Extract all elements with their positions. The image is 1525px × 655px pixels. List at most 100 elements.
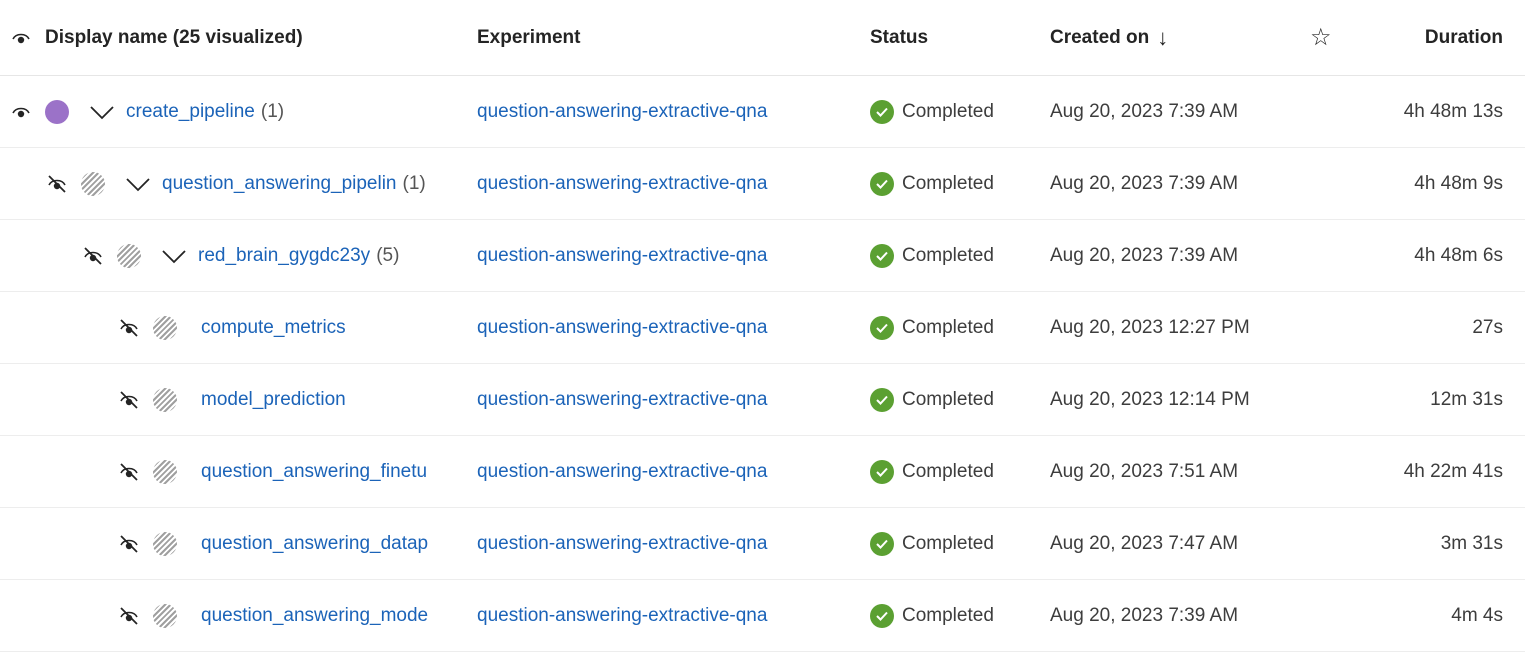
checkmark-circle-icon <box>870 387 894 412</box>
eye-off-icon[interactable] <box>46 148 68 219</box>
status-text: Completed <box>902 460 994 482</box>
hatched-dot-icon[interactable] <box>153 292 177 363</box>
run-name-cell: question_answering_pipelin (1) <box>162 148 426 219</box>
run-name-cell: red_brain_gygdc23y (5) <box>198 220 399 291</box>
created-on-cell: Aug 20, 2023 7:39 AM <box>1050 148 1238 219</box>
column-header-status-label: Status <box>870 26 929 48</box>
hatched-dot-icon[interactable] <box>153 364 177 435</box>
child-count: (5) <box>376 244 400 266</box>
experiment-cell: question-answering-extractive-qna <box>477 76 767 147</box>
hatched-dot-icon[interactable] <box>117 220 141 291</box>
run-name-link[interactable]: red_brain_gygdc23y <box>198 245 370 267</box>
status-cell: Completed <box>870 580 994 651</box>
column-header-favorite[interactable]: ☆ <box>1310 0 1332 75</box>
eye-off-icon[interactable] <box>118 508 140 579</box>
created-on-text: Aug 20, 2023 12:27 PM <box>1050 316 1250 338</box>
status-cell: Completed <box>870 508 994 579</box>
status-text: Completed <box>902 388 994 410</box>
checkmark-circle-icon <box>870 99 894 124</box>
table-row[interactable]: create_pipeline (1) question-answering-e… <box>0 76 1525 148</box>
eye-icon[interactable] <box>11 0 31 75</box>
table-row[interactable]: question_answering_mode question-answeri… <box>0 580 1525 652</box>
status-text: Completed <box>902 100 994 122</box>
created-on-cell: Aug 20, 2023 7:39 AM <box>1050 76 1238 147</box>
hatched-dot-icon[interactable] <box>153 580 177 651</box>
status-cell: Completed <box>870 436 994 507</box>
status-text: Completed <box>902 316 994 338</box>
child-count: (1) <box>260 100 285 122</box>
experiment-link[interactable]: question-answering-extractive-qna <box>477 101 767 123</box>
checkmark-circle-icon <box>870 315 894 340</box>
color-dot-icon[interactable] <box>45 76 69 147</box>
run-name-link[interactable]: question_answering_finetu <box>201 461 427 483</box>
table-row[interactable]: question_answering_datap question-answer… <box>0 508 1525 580</box>
created-on-text: Aug 20, 2023 7:39 AM <box>1050 244 1239 266</box>
experiment-cell: question-answering-extractive-qna <box>477 220 767 291</box>
run-name-link[interactable]: model_prediction <box>201 389 346 411</box>
chevron-down-icon[interactable] <box>125 148 151 219</box>
duration-cell: 4h 48m 9s <box>1414 148 1503 219</box>
experiment-link[interactable]: question-answering-extractive-qna <box>477 389 767 411</box>
duration-cell: 4m 4s <box>1451 580 1503 651</box>
experiment-link[interactable]: question-answering-extractive-qna <box>477 245 767 267</box>
experiment-cell: question-answering-extractive-qna <box>477 364 767 435</box>
column-header-experiment-label: Experiment <box>477 26 581 48</box>
duration-text: 4h 48m 9s <box>1414 172 1503 194</box>
column-header-display-name[interactable]: Display name (25 visualized) <box>45 0 303 75</box>
experiment-link[interactable]: question-answering-extractive-qna <box>477 533 767 555</box>
created-on-cell: Aug 20, 2023 7:47 AM <box>1050 508 1238 579</box>
created-on-text: Aug 20, 2023 7:39 AM <box>1050 100 1239 122</box>
status-text: Completed <box>902 172 994 194</box>
status-cell: Completed <box>870 148 994 219</box>
table-row[interactable]: compute_metrics question-answering-extra… <box>0 292 1525 364</box>
eye-off-icon[interactable] <box>118 436 140 507</box>
eye-off-icon[interactable] <box>118 292 140 363</box>
hatched-dot-icon[interactable] <box>153 508 177 579</box>
table-row[interactable]: red_brain_gygdc23y (5) question-answerin… <box>0 220 1525 292</box>
status-cell: Completed <box>870 76 994 147</box>
column-header-created-on-label: Created on <box>1050 26 1150 48</box>
experiment-link[interactable]: question-answering-extractive-qna <box>477 317 767 339</box>
column-header-experiment[interactable]: Experiment <box>477 0 580 75</box>
table-row[interactable]: question_answering_pipelin (1) question-… <box>0 148 1525 220</box>
chevron-down-icon[interactable] <box>161 220 187 291</box>
run-name-link[interactable]: question_answering_datap <box>201 533 428 555</box>
created-on-cell: Aug 20, 2023 12:27 PM <box>1050 292 1250 363</box>
run-name-link[interactable]: create_pipeline <box>126 101 255 123</box>
star-icon[interactable]: ☆ <box>1310 23 1332 52</box>
run-name-cell: create_pipeline (1) <box>126 76 284 147</box>
run-name-link[interactable]: question_answering_pipelin <box>162 173 397 195</box>
experiment-link[interactable]: question-answering-extractive-qna <box>477 461 767 483</box>
checkmark-circle-icon <box>870 603 894 628</box>
eye-off-icon[interactable] <box>118 364 140 435</box>
hatched-dot-icon[interactable] <box>153 436 177 507</box>
experiment-cell: question-answering-extractive-qna <box>477 580 767 651</box>
checkmark-circle-icon <box>870 531 894 556</box>
run-name-link[interactable]: compute_metrics <box>201 317 346 339</box>
table-row[interactable]: question_answering_finetu question-answe… <box>0 436 1525 508</box>
column-header-created-on[interactable]: Created on ↓ <box>1050 0 1168 75</box>
run-name-link[interactable]: question_answering_mode <box>201 605 428 627</box>
table-row[interactable]: model_prediction question-answering-extr… <box>0 364 1525 436</box>
created-on-text: Aug 20, 2023 12:14 PM <box>1050 388 1250 410</box>
experiment-link[interactable]: question-answering-extractive-qna <box>477 605 767 627</box>
sort-descending-icon[interactable]: ↓ <box>1157 25 1168 51</box>
duration-text: 4m 4s <box>1451 604 1503 626</box>
created-on-text: Aug 20, 2023 7:39 AM <box>1050 604 1239 626</box>
chevron-down-icon[interactable] <box>89 76 115 147</box>
eye-off-icon[interactable] <box>118 580 140 651</box>
checkmark-circle-icon <box>870 171 894 196</box>
hatched-dot-icon[interactable] <box>81 148 105 219</box>
created-on-text: Aug 20, 2023 7:39 AM <box>1050 172 1239 194</box>
duration-cell: 3m 31s <box>1441 508 1503 579</box>
duration-text: 27s <box>1472 316 1503 338</box>
column-header-duration[interactable]: Duration <box>1425 0 1503 75</box>
duration-cell: 4h 48m 6s <box>1414 220 1503 291</box>
experiment-link[interactable]: question-answering-extractive-qna <box>477 173 767 195</box>
eye-off-icon[interactable] <box>82 220 104 291</box>
run-name-cell: question_answering_mode <box>201 580 428 651</box>
eye-icon[interactable] <box>11 76 31 147</box>
duration-text: 12m 31s <box>1430 388 1503 410</box>
experiment-cell: question-answering-extractive-qna <box>477 436 767 507</box>
column-header-status[interactable]: Status <box>870 0 928 75</box>
